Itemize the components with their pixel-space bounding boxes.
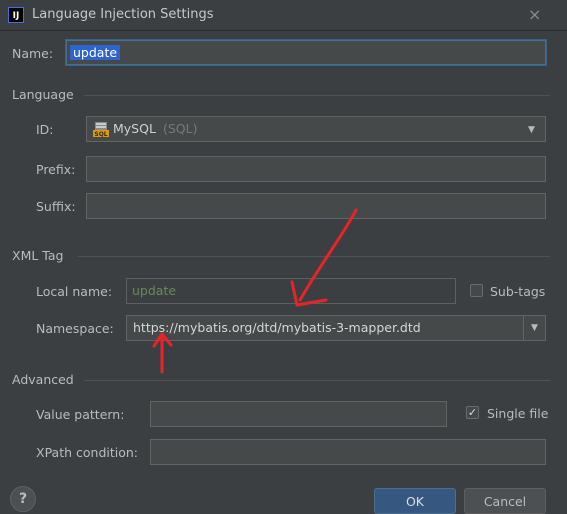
suffix-field[interactable] [86, 193, 546, 219]
ok-button[interactable]: OK [374, 488, 456, 514]
subtags-label: Sub-tags [490, 284, 546, 299]
language-id-suffix: (SQL) [163, 121, 198, 136]
annotation-overlay [152, 208, 358, 374]
window-title: Language Injection Settings [32, 7, 214, 22]
prefix-field[interactable] [86, 156, 546, 182]
language-separator [84, 95, 550, 96]
help-button[interactable]: ? [10, 486, 36, 512]
xpath-field[interactable] [150, 439, 546, 465]
xml-tag-separator [78, 256, 550, 257]
language-id-combo[interactable]: SQL MySQL (SQL) ▼ [86, 116, 546, 142]
svg-text:SQL: SQL [94, 131, 107, 137]
name-value: update [70, 45, 121, 60]
xml-tag-section-title: XML Tag [12, 248, 64, 263]
value-pattern-label: Value pattern: [36, 407, 125, 422]
prefix-label: Prefix: [36, 162, 76, 177]
language-section-title: Language [12, 87, 74, 102]
single-file-checkbox[interactable]: ✓ [466, 406, 479, 419]
value-pattern-field[interactable] [150, 401, 447, 427]
language-id-value: MySQL [113, 121, 156, 136]
advanced-separator [84, 380, 550, 381]
single-file-label: Single file [487, 406, 549, 421]
cancel-button[interactable]: Cancel [464, 488, 546, 514]
namespace-value: https://mybatis.org/dtd/mybatis-3-mapper… [133, 320, 421, 335]
chevron-down-icon[interactable]: ▼ [523, 316, 545, 340]
local-name-field[interactable]: update [126, 278, 456, 304]
close-icon[interactable]: × [528, 5, 541, 24]
name-label: Name: [12, 46, 54, 61]
suffix-label: Suffix: [36, 199, 76, 214]
chevron-down-icon: ▼ [528, 125, 535, 135]
namespace-combo[interactable]: https://mybatis.org/dtd/mybatis-3-mapper… [126, 315, 546, 341]
xpath-label: XPath condition: [36, 445, 139, 460]
intellij-app-icon: IJ [8, 7, 24, 23]
subtags-checkbox[interactable] [470, 284, 483, 297]
local-name-label: Local name: [36, 284, 113, 299]
id-label: ID: [36, 122, 54, 137]
sql-database-icon: SQL [93, 121, 109, 138]
name-field[interactable]: update [66, 40, 546, 65]
local-name-value: update [132, 283, 177, 298]
advanced-section-title: Advanced [12, 372, 74, 387]
namespace-label: Namespace: [36, 321, 114, 336]
